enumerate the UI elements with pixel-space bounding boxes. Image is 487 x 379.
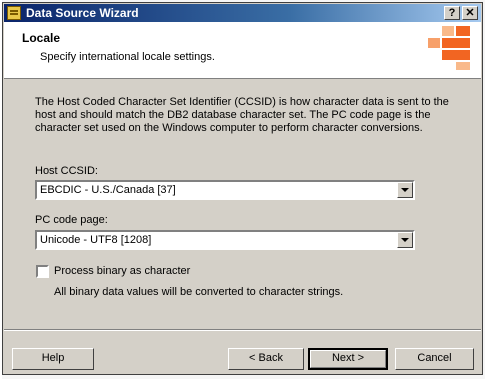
process-binary-note: All binary data values will be converted… — [54, 286, 344, 298]
footer-divider — [4, 329, 481, 331]
page-title: Locale — [22, 31, 61, 45]
cancel-button[interactable]: Cancel — [395, 348, 474, 370]
back-button-label: < Back — [249, 352, 283, 364]
wizard-header: Locale Specify international locale sett… — [4, 22, 481, 79]
chevron-down-icon[interactable] — [397, 182, 413, 198]
pc-code-page-select[interactable]: Unicode - UTF8 [1208] — [35, 230, 415, 250]
next-button-label: Next > — [331, 352, 365, 364]
back-button[interactable]: < Back — [228, 348, 304, 370]
help-button[interactable]: Help — [12, 348, 94, 370]
process-binary-checkbox[interactable] — [36, 265, 49, 278]
pc-code-page-label: PC code page: — [35, 214, 108, 226]
help-title-button[interactable]: ? — [444, 6, 460, 20]
wizard-logo-icon — [424, 26, 472, 70]
next-button[interactable]: Next > — [308, 348, 388, 370]
host-ccsid-select[interactable]: EBCDIC - U.S./Canada [37] — [35, 180, 415, 200]
host-ccsid-label: Host CCSID: — [35, 165, 98, 177]
page-subtitle: Specify international locale settings. — [40, 51, 215, 63]
wizard-dialog: Data Source Wizard ? ✕ Locale Specify in… — [2, 2, 483, 375]
host-ccsid-value: EBCDIC - U.S./Canada [37] — [40, 184, 176, 196]
window-title: Data Source Wizard — [26, 6, 139, 20]
chevron-down-icon[interactable] — [397, 232, 413, 248]
wizard-app-icon — [7, 6, 21, 20]
process-binary-label[interactable]: Process binary as character — [54, 265, 190, 277]
close-title-button[interactable]: ✕ — [462, 6, 478, 20]
pc-code-page-value: Unicode - UTF8 [1208] — [40, 234, 152, 246]
description-text: The Host Coded Character Set Identifier … — [35, 96, 449, 134]
title-bar[interactable]: Data Source Wizard ? ✕ — [4, 4, 481, 22]
help-button-label: Help — [41, 352, 65, 364]
cancel-button-label: Cancel — [417, 352, 452, 364]
